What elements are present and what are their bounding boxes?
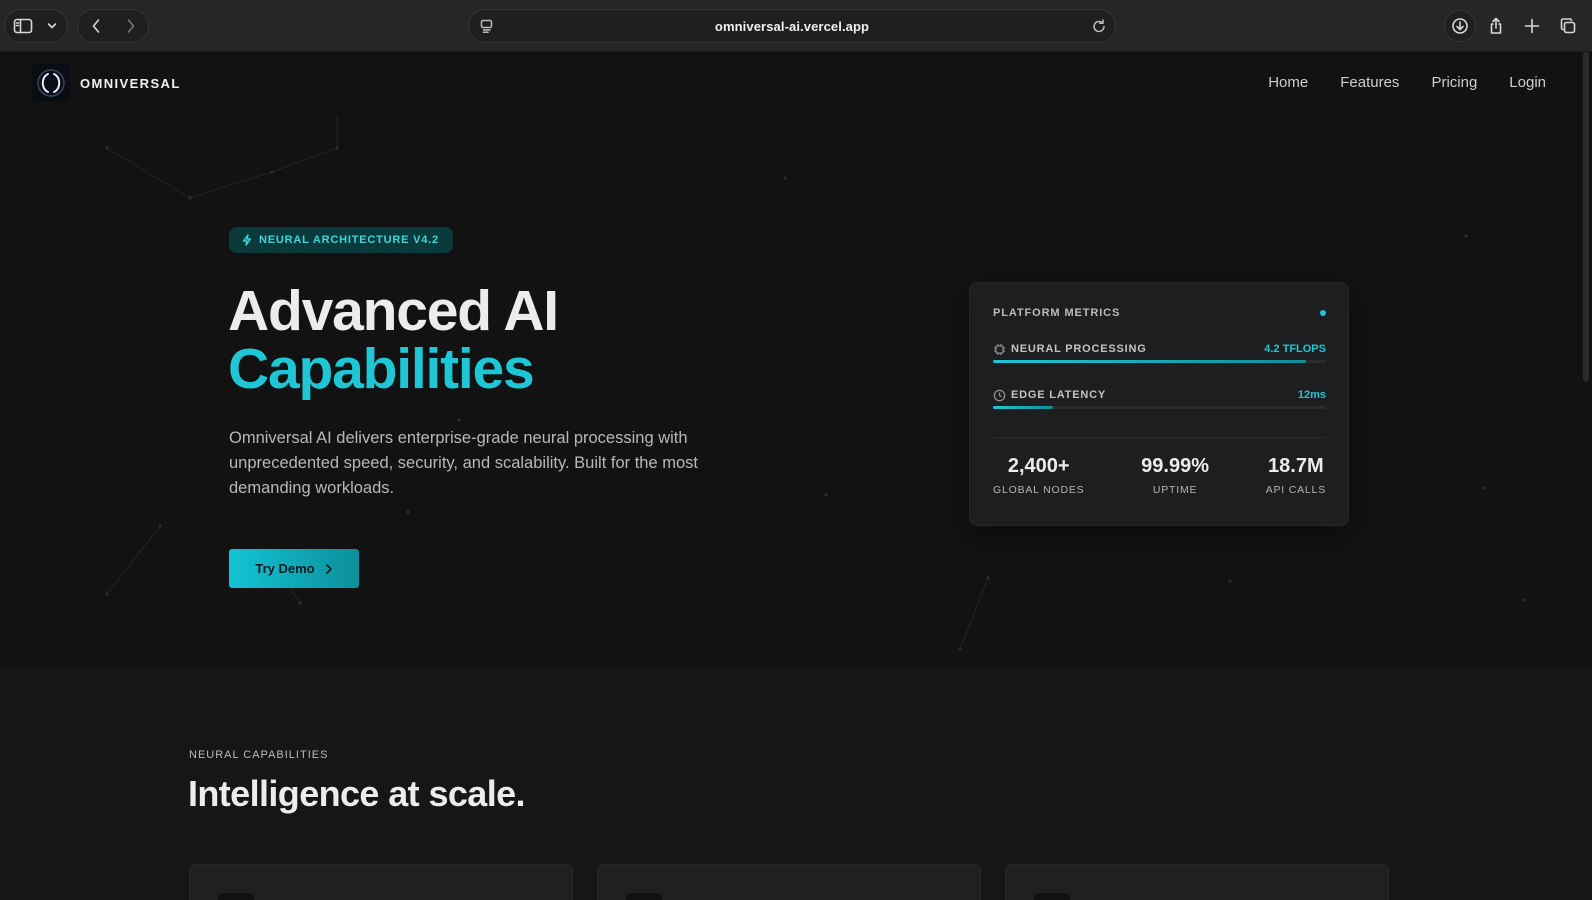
chevron-down-icon[interactable] — [41, 10, 63, 42]
metrics-card-title: PLATFORM METRICS — [993, 307, 1121, 319]
brand-name[interactable]: OMNIVERSAL — [80, 76, 181, 91]
stat-label: API CALLS — [1265, 484, 1326, 496]
reload-icon[interactable] — [1091, 18, 1107, 39]
badge-label: NEURAL ARCHITECTURE V4.2 — [259, 234, 439, 246]
chevron-right-icon — [325, 563, 332, 574]
new-tab-icon[interactable] — [1516, 10, 1548, 42]
stat-api-calls: 18.7M API CALLS — [1266, 455, 1326, 496]
site-header: OMNIVERSAL Home Features Pricing Login — [0, 52, 1592, 116]
feature-card[interactable] — [1005, 864, 1389, 900]
browser-toolbar: omniversal-ai.vercel.app — [0, 0, 1592, 52]
feature-card[interactable] — [189, 864, 573, 900]
main-nav: Home Features Pricing Login — [1268, 74, 1546, 91]
section-eyebrow: NEURAL CAPABILITIES — [189, 749, 329, 761]
forward-arrow-icon[interactable] — [114, 10, 148, 42]
tab-overview-icon[interactable] — [1552, 10, 1584, 42]
feature-card[interactable] — [597, 864, 981, 900]
logo[interactable] — [32, 64, 70, 102]
browser-actions — [1444, 9, 1584, 43]
stat-value: 18.7M — [1268, 455, 1324, 477]
nav-link-pricing[interactable]: Pricing — [1431, 74, 1477, 91]
capabilities-section: NEURAL CAPABILITIES Intelligence at scal… — [0, 669, 1592, 900]
metrics-stats: 2,400+ GLOBAL NODES 99.99% UPTIME 18.7M … — [993, 455, 1326, 496]
nav-link-login[interactable]: Login — [1509, 74, 1546, 91]
stat-global-nodes: 2,400+ GLOBAL NODES — [993, 455, 1085, 496]
metric-value: 12ms — [1297, 389, 1326, 401]
web-page: OMNIVERSAL Home Features Pricing Login N… — [0, 52, 1592, 900]
feature-icon — [626, 893, 662, 900]
hero-description: Omniversal AI delivers enterprise-grade … — [229, 429, 698, 497]
hero-section: OMNIVERSAL Home Features Pricing Login N… — [0, 52, 1592, 669]
progress-fill — [993, 406, 1053, 409]
download-icon[interactable] — [1444, 10, 1476, 42]
stat-value: 2,400+ — [1007, 455, 1070, 477]
progress-track — [993, 406, 1326, 409]
cpu-icon — [993, 343, 1006, 361]
metric-label: NEURAL PROCESSING — [1011, 343, 1147, 355]
sidebar-toggle-group — [4, 9, 68, 43]
feature-icon — [1034, 893, 1070, 900]
url-text[interactable]: omniversal-ai.vercel.app — [469, 19, 1115, 34]
hero-title-line-1: Advanced AI — [228, 279, 559, 343]
clock-icon — [993, 389, 1006, 407]
page-scrollbar[interactable] — [1583, 52, 1589, 382]
lightning-icon — [242, 234, 252, 246]
stat-label: UPTIME — [1152, 484, 1198, 496]
sidebar-toggle-icon[interactable] — [5, 10, 41, 42]
metric-label: EDGE LATENCY — [1011, 389, 1106, 401]
try-demo-label: Try Demo — [255, 561, 315, 576]
address-bar[interactable]: omniversal-ai.vercel.app — [468, 9, 1116, 43]
share-icon[interactable] — [1480, 10, 1512, 42]
platform-metrics-card: PLATFORM METRICS NEURAL PROCESSING 4.2 T… — [969, 282, 1349, 526]
stat-uptime: 99.99% UPTIME — [1141, 455, 1209, 496]
try-demo-button[interactable]: Try Demo — [229, 549, 359, 588]
history-nav-group — [77, 9, 149, 43]
ring-logo-icon — [37, 69, 65, 97]
live-status-dot — [1320, 310, 1326, 316]
progress-track — [993, 360, 1326, 363]
stat-label: GLOBAL NODES — [993, 484, 1085, 496]
card-divider — [993, 437, 1326, 438]
feature-icon — [218, 893, 254, 900]
hero-title-line-2: Capabilities — [228, 337, 535, 401]
back-arrow-icon[interactable] — [78, 10, 114, 42]
nav-link-features[interactable]: Features — [1340, 74, 1399, 91]
stat-value: 99.99% — [1141, 455, 1210, 477]
progress-fill — [993, 360, 1307, 363]
section-title: Intelligence at scale. — [188, 773, 526, 814]
nav-link-home[interactable]: Home — [1268, 74, 1308, 91]
version-badge: NEURAL ARCHITECTURE V4.2 — [229, 227, 453, 253]
metric-value: 4.2 TFLOPS — [1264, 343, 1326, 355]
